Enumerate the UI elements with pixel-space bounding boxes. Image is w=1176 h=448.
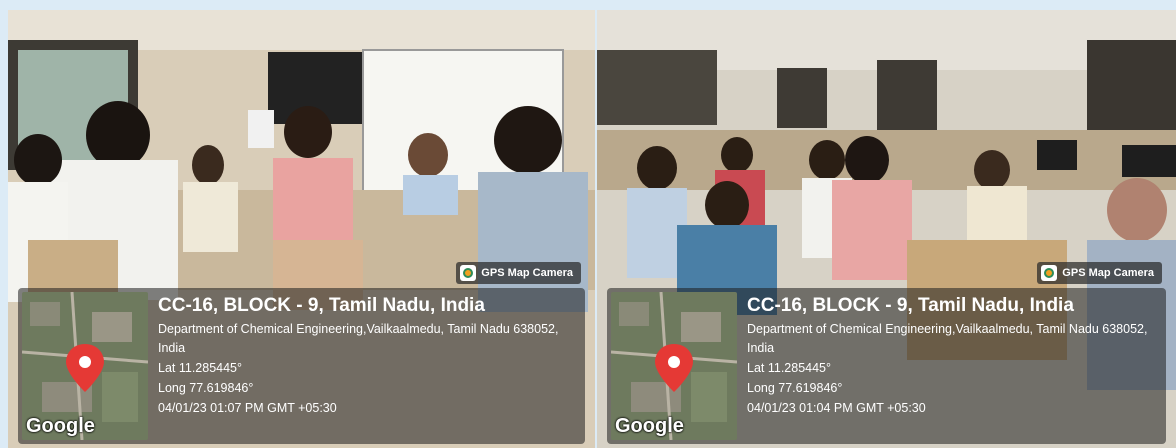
badge-label: GPS Map Camera: [1062, 267, 1154, 279]
gps-camera-icon: [460, 265, 477, 281]
longitude: Long 77.619846°: [158, 381, 254, 395]
gps-camera-icon: [1041, 265, 1058, 281]
photo-right: GPS Map Camera Google CC-16, BLOCK - 9, …: [597, 10, 1176, 448]
photo-left: GPS Map Camera Google CC-16, BLOCK - 9, …: [8, 10, 595, 448]
location-address: Department of Chemical Engineering,Vailk…: [747, 322, 1148, 355]
gps-info-overlay: Google CC-16, BLOCK - 9, Tamil Nadu, Ind…: [607, 288, 1166, 444]
location-title: CC-16, BLOCK - 9, Tamil Nadu, India: [747, 295, 1074, 316]
timestamp: 04/01/23 01:04 PM GMT +05:30: [747, 401, 926, 415]
map-thumbnail: Google: [611, 292, 737, 440]
location-info: CC-16, BLOCK - 9, Tamil Nadu, India Depa…: [158, 294, 577, 418]
gps-camera-badge: GPS Map Camera: [1037, 262, 1162, 284]
gps-info-overlay: Google CC-16, BLOCK - 9, Tamil Nadu, Ind…: [18, 288, 585, 444]
google-logo: Google: [615, 415, 684, 437]
longitude: Long 77.619846°: [747, 381, 843, 395]
latitude: Lat 11.285445°: [158, 361, 243, 375]
location-info: CC-16, BLOCK - 9, Tamil Nadu, India Depa…: [747, 294, 1158, 418]
location-title: CC-16, BLOCK - 9, Tamil Nadu, India: [158, 295, 485, 316]
timestamp: 04/01/23 01:07 PM GMT +05:30: [158, 401, 337, 415]
badge-label: GPS Map Camera: [481, 267, 573, 279]
latitude: Lat 11.285445°: [747, 361, 832, 375]
location-address: Department of Chemical Engineering,Vailk…: [158, 322, 559, 355]
gps-camera-badge: GPS Map Camera: [456, 262, 581, 284]
google-logo: Google: [26, 415, 95, 437]
map-thumbnail: Google: [22, 292, 148, 440]
